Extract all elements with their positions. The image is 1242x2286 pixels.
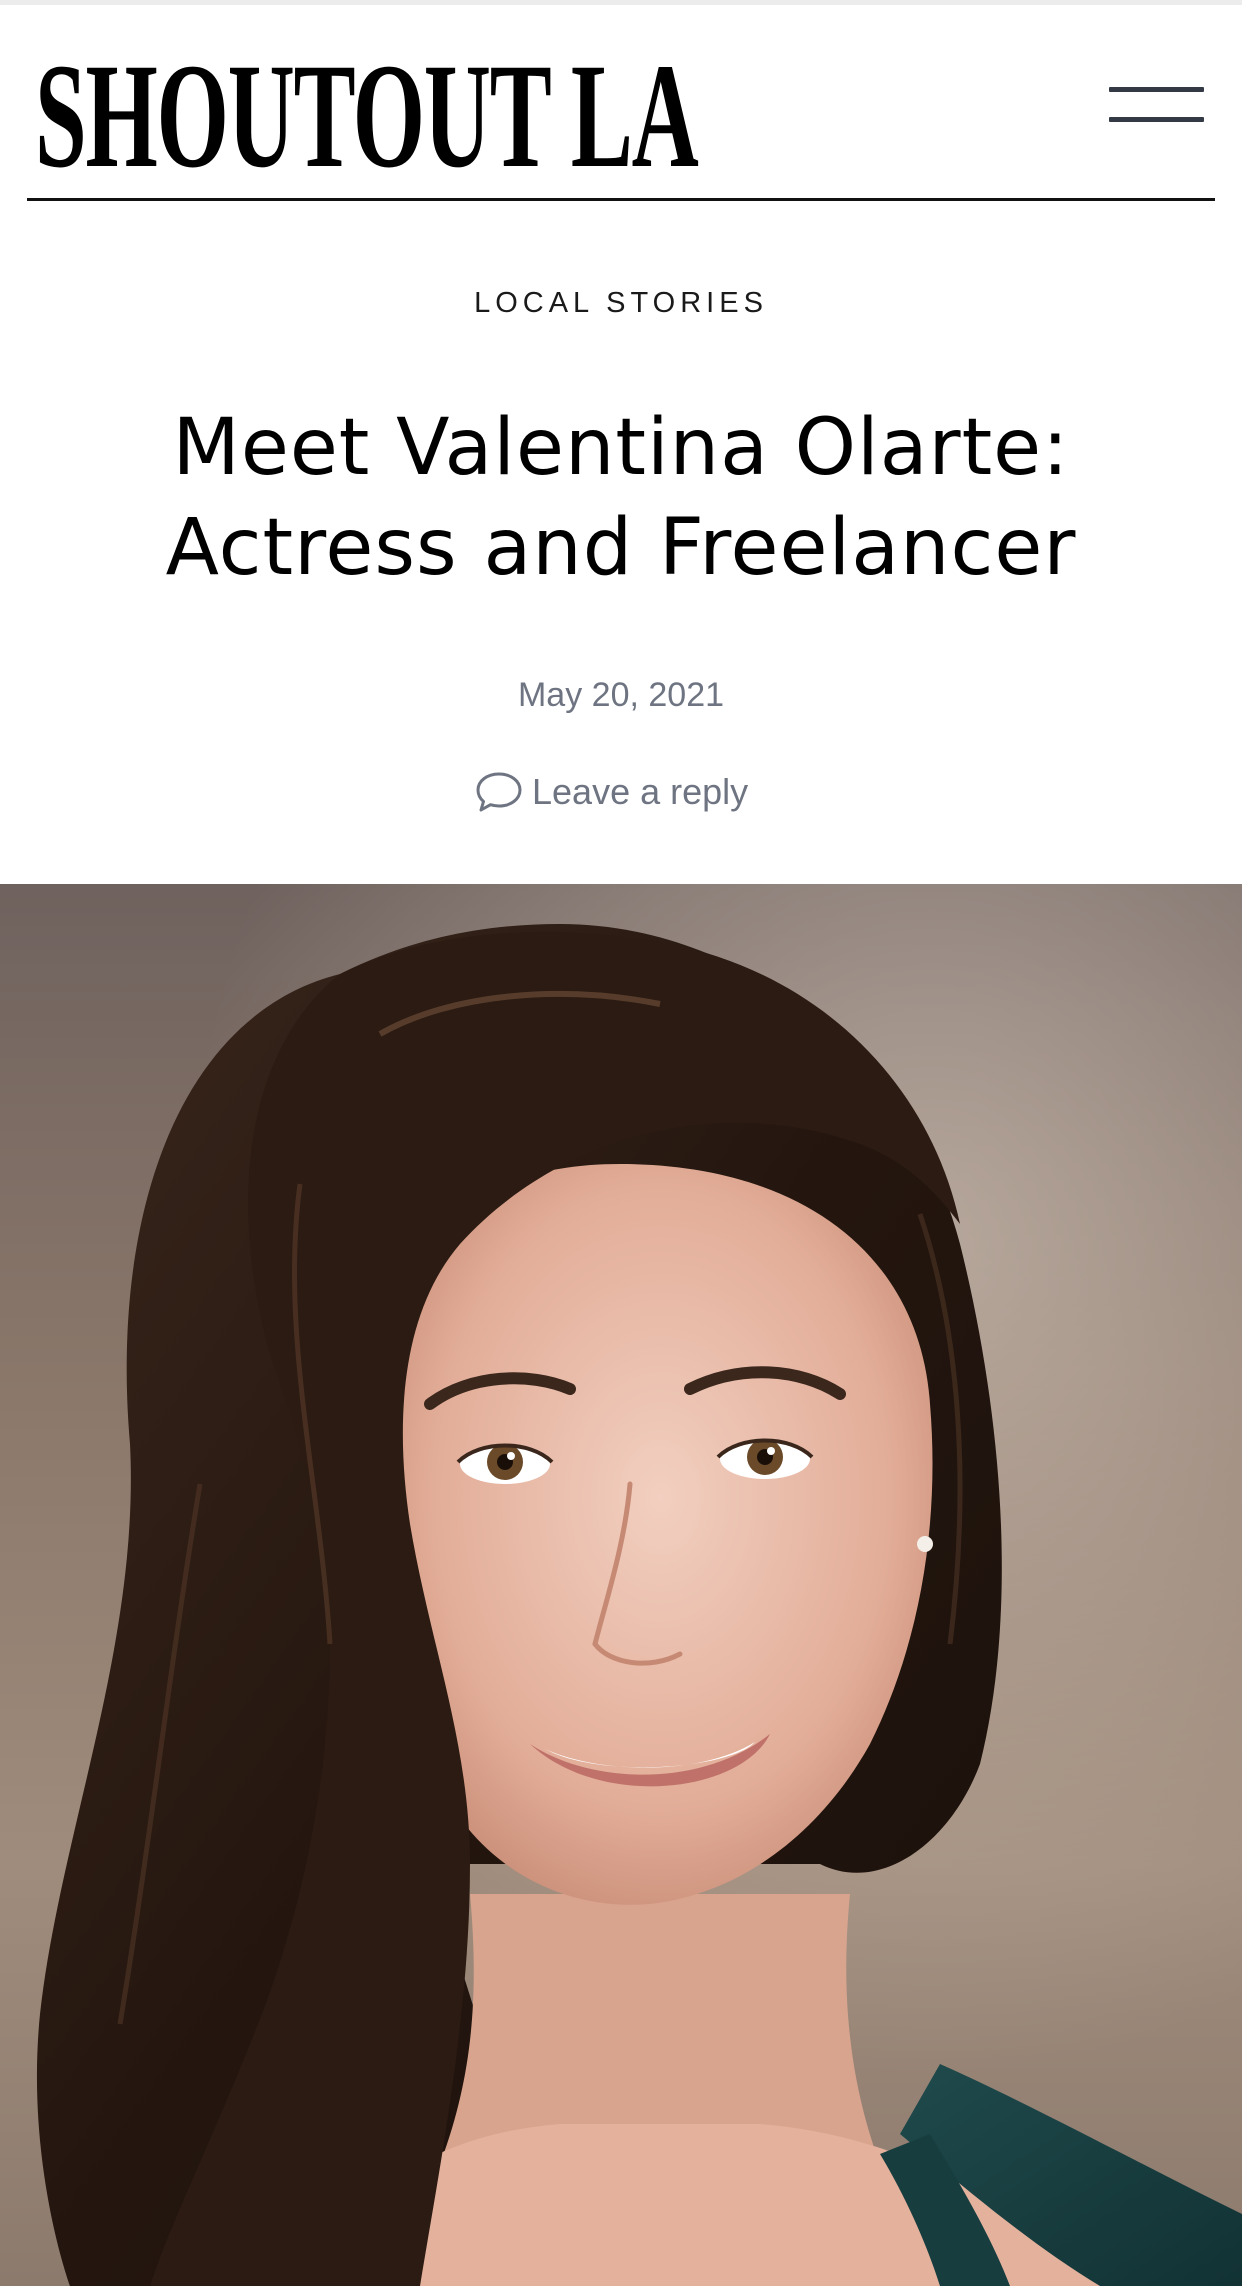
category-link[interactable]: LOCAL STORIES xyxy=(0,287,1242,320)
hamburger-menu-icon[interactable] xyxy=(1106,75,1214,137)
comment-bubble-icon xyxy=(474,769,532,815)
article-date: May 20, 2021 xyxy=(517,676,725,714)
leave-reply-label: Leave a reply xyxy=(532,771,749,812)
leave-reply-link[interactable]: Leave a reply xyxy=(474,765,748,819)
portrait-photo xyxy=(0,884,1242,2286)
site-logo[interactable]: SHOUTOUT LA xyxy=(35,41,699,191)
article-title: Meet Valentina Olarte: Actress and Freel… xyxy=(165,403,1077,593)
menu-bar-top xyxy=(1109,87,1204,92)
site-header: SHOUTOUT LA xyxy=(27,5,1215,201)
menu-bar-bottom xyxy=(1109,117,1204,122)
